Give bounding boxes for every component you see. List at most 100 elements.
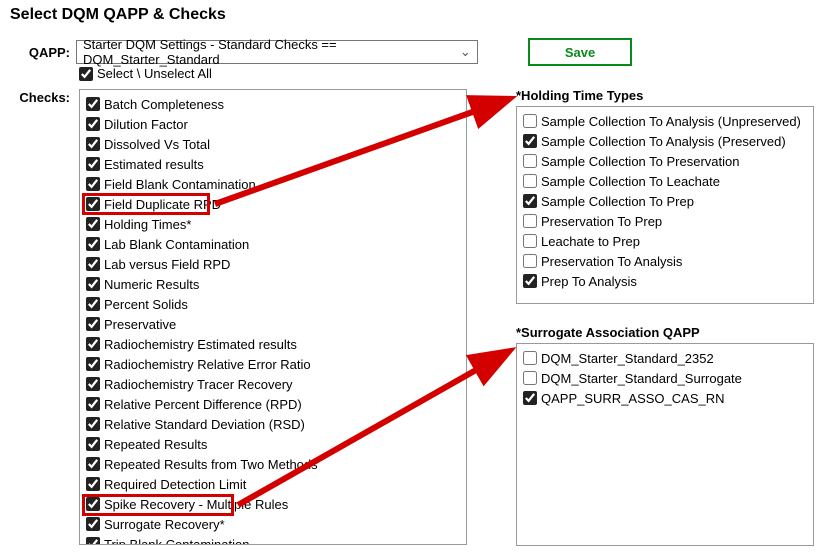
checks-list: Batch CompletenessDilution FactorDissolv…: [79, 89, 467, 545]
qapp-label: QAPP:: [0, 45, 76, 60]
holding-item-row[interactable]: Sample Collection To Analysis (Preserved…: [519, 131, 811, 151]
checks-item-row[interactable]: Radiochemistry Estimated results: [82, 334, 464, 354]
checks-item-row[interactable]: Estimated results: [82, 154, 464, 174]
checks-item-label: Lab versus Field RPD: [104, 257, 230, 272]
checks-item-checkbox[interactable]: [86, 197, 100, 211]
checks-item-row[interactable]: Required Detection Limit: [82, 474, 464, 494]
checks-item-checkbox[interactable]: [86, 397, 100, 411]
qapp-dropdown-value: Starter DQM Settings - Standard Checks =…: [83, 37, 458, 67]
holding-item-row[interactable]: Preservation To Prep: [519, 211, 811, 231]
checks-item-label: Repeated Results: [104, 437, 207, 452]
checks-item-checkbox[interactable]: [86, 337, 100, 351]
select-all-row[interactable]: Select \ Unselect All: [79, 66, 212, 81]
holding-item-checkbox[interactable]: [523, 174, 537, 188]
surrogate-qapp-list: DQM_Starter_Standard_2352 DQM_Starter_Sta…: [516, 343, 814, 546]
checks-item-checkbox[interactable]: [86, 537, 100, 545]
holding-item-row[interactable]: Sample Collection To Analysis (Unpreserv…: [519, 111, 811, 131]
holding-item-row[interactable]: Sample Collection To Prep: [519, 191, 811, 211]
checks-item-row[interactable]: Preservative: [82, 314, 464, 334]
checks-item-checkbox[interactable]: [86, 497, 100, 511]
holding-item-row[interactable]: Prep To Analysis: [519, 271, 811, 291]
checks-item-label: Radiochemistry Tracer Recovery: [104, 377, 293, 392]
checks-item-row[interactable]: Numeric Results: [82, 274, 464, 294]
holding-item-checkbox[interactable]: [523, 194, 537, 208]
checks-item-label: Relative Percent Difference (RPD): [104, 397, 302, 412]
checks-item-label: Preservative: [104, 317, 176, 332]
checks-item-checkbox[interactable]: [86, 277, 100, 291]
checks-item-row[interactable]: Lab Blank Contamination: [82, 234, 464, 254]
checks-item-row[interactable]: Repeated Results from Two Methods: [82, 454, 464, 474]
checks-item-checkbox[interactable]: [86, 317, 100, 331]
holding-item-label: Sample Collection To Preservation: [541, 154, 739, 169]
surrogate-item-row[interactable]: DQM_Starter_Standard_Surrogate: [519, 368, 811, 388]
holding-item-checkbox[interactable]: [523, 214, 537, 228]
checks-item-row[interactable]: Surrogate Recovery*: [82, 514, 464, 534]
qapp-dropdown[interactable]: Starter DQM Settings - Standard Checks =…: [76, 40, 478, 64]
checks-item-checkbox[interactable]: [86, 297, 100, 311]
surrogate-item-checkbox[interactable]: [523, 351, 537, 365]
select-all-label: Select \ Unselect All: [97, 66, 212, 81]
checks-item-row[interactable]: Holding Times*: [82, 214, 464, 234]
surrogate-item-row[interactable]: QAPP_SURR_ASSO_CAS_RN: [519, 388, 811, 408]
checks-item-checkbox[interactable]: [86, 477, 100, 491]
checks-item-checkbox[interactable]: [86, 377, 100, 391]
holding-item-row[interactable]: Preservation To Analysis: [519, 251, 811, 271]
holding-item-row[interactable]: Sample Collection To Leachate: [519, 171, 811, 191]
holding-item-label: Sample Collection To Analysis (Preserved…: [541, 134, 786, 149]
surrogate-item-row[interactable]: DQM_Starter_Standard_2352: [519, 348, 811, 368]
checks-item-row[interactable]: Radiochemistry Relative Error Ratio: [82, 354, 464, 374]
checks-item-checkbox[interactable]: [86, 517, 100, 531]
checks-item-checkbox[interactable]: [86, 157, 100, 171]
checks-item-row[interactable]: Trip Blank Contamination: [82, 534, 464, 545]
checks-item-row[interactable]: Repeated Results: [82, 434, 464, 454]
surrogate-item-checkbox[interactable]: [523, 371, 537, 385]
holding-item-label: Sample Collection To Analysis (Unpreserv…: [541, 114, 801, 129]
holding-item-checkbox[interactable]: [523, 154, 537, 168]
checks-item-row[interactable]: Relative Standard Deviation (RSD): [82, 414, 464, 434]
checks-item-checkbox[interactable]: [86, 437, 100, 451]
checks-item-checkbox[interactable]: [86, 237, 100, 251]
holding-item-label: Sample Collection To Prep: [541, 194, 694, 209]
checks-item-row[interactable]: Spike Recovery - Multiple Rules: [82, 494, 464, 514]
checks-item-checkbox[interactable]: [86, 257, 100, 271]
holding-item-checkbox[interactable]: [523, 234, 537, 248]
surrogate-item-checkbox[interactable]: [523, 391, 537, 405]
checks-item-row[interactable]: Relative Percent Difference (RPD): [82, 394, 464, 414]
checks-item-label: Required Detection Limit: [104, 477, 246, 492]
select-all-checkbox[interactable]: [79, 67, 93, 81]
checks-item-label: Spike Recovery - Multiple Rules: [104, 497, 288, 512]
holding-item-checkbox[interactable]: [523, 134, 537, 148]
holding-item-checkbox[interactable]: [523, 254, 537, 268]
holding-item-checkbox[interactable]: [523, 274, 537, 288]
checks-item-row[interactable]: Lab versus Field RPD: [82, 254, 464, 274]
checks-item-checkbox[interactable]: [86, 217, 100, 231]
holding-time-types-list: Sample Collection To Analysis (Unpreserv…: [516, 106, 814, 304]
holding-item-row[interactable]: Leachate to Prep: [519, 231, 811, 251]
checks-item-row[interactable]: Field Duplicate RPD: [82, 194, 464, 214]
checks-item-row[interactable]: Batch Completeness: [82, 94, 464, 114]
checks-item-checkbox[interactable]: [86, 97, 100, 111]
checks-item-row[interactable]: Field Blank Contamination: [82, 174, 464, 194]
checks-item-label: Trip Blank Contamination: [104, 537, 249, 546]
checks-item-checkbox[interactable]: [86, 357, 100, 371]
checks-item-row[interactable]: Dilution Factor: [82, 114, 464, 134]
holding-item-label: Preservation To Analysis: [541, 254, 682, 269]
holding-item-label: Sample Collection To Leachate: [541, 174, 720, 189]
holding-item-row[interactable]: Sample Collection To Preservation: [519, 151, 811, 171]
holding-item-checkbox[interactable]: [523, 114, 537, 128]
checks-item-row[interactable]: Dissolved Vs Total: [82, 134, 464, 154]
checks-item-row[interactable]: Percent Solids: [82, 294, 464, 314]
checks-item-checkbox[interactable]: [86, 117, 100, 131]
holding-item-label: Preservation To Prep: [541, 214, 662, 229]
save-button[interactable]: Save: [528, 38, 632, 66]
checks-item-label: Repeated Results from Two Methods: [104, 457, 318, 472]
checks-item-label: Radiochemistry Relative Error Ratio: [104, 357, 311, 372]
holding-item-label: Leachate to Prep: [541, 234, 640, 249]
checks-item-checkbox[interactable]: [86, 457, 100, 471]
surrogate-item-label: DQM_Starter_Standard_Surrogate: [541, 371, 742, 386]
checks-item-label: Relative Standard Deviation (RSD): [104, 417, 305, 432]
checks-item-checkbox[interactable]: [86, 177, 100, 191]
checks-item-row[interactable]: Radiochemistry Tracer Recovery: [82, 374, 464, 394]
checks-item-checkbox[interactable]: [86, 417, 100, 431]
checks-item-checkbox[interactable]: [86, 137, 100, 151]
